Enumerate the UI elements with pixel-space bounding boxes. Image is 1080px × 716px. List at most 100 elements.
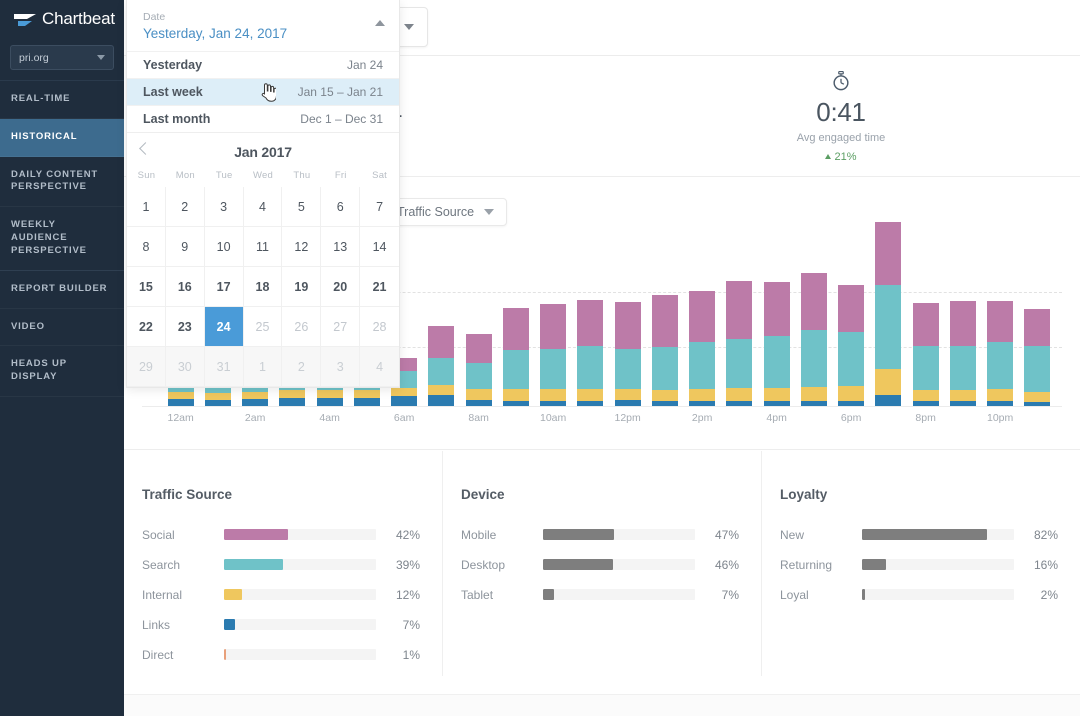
- calendar-day-cell[interactable]: 27: [321, 307, 360, 347]
- chart-bar[interactable]: [987, 301, 1013, 406]
- chart-bar-slot[interactable]: [572, 222, 609, 406]
- chart-bar-slot[interactable]: [497, 222, 534, 406]
- calendar-day-cell[interactable]: 2: [282, 347, 321, 387]
- chart-bar-slot[interactable]: [535, 222, 572, 406]
- sidebar-item-daily-content-perspective[interactable]: DAILY CONTENT PERSPECTIVE: [0, 157, 124, 208]
- chart-bar-slot[interactable]: [423, 222, 460, 406]
- calendar-day-cell[interactable]: 31: [205, 347, 244, 387]
- chart-bar-slot[interactable]: [944, 222, 981, 406]
- chart-bar[interactable]: [950, 301, 976, 406]
- calendar-day-cell[interactable]: 16: [166, 267, 205, 307]
- sidebar-item-heads-up-display[interactable]: HEADS UP DISPLAY: [0, 346, 124, 397]
- sidebar-item-weekly-audience-perspective[interactable]: WEEKLY AUDIENCE PERSPECTIVE: [0, 207, 124, 270]
- breakdown-row[interactable]: Mobile47%: [461, 520, 739, 549]
- calendar-day-cell[interactable]: 25: [244, 307, 283, 347]
- calendar-day-cell[interactable]: 1: [244, 347, 283, 387]
- chart-bar[interactable]: [615, 302, 641, 406]
- calendar-day-cell[interactable]: 26: [282, 307, 321, 347]
- sidebar-item-label: REAL-TIME: [11, 93, 70, 104]
- chart-bar-slot[interactable]: [646, 222, 683, 406]
- chart-bar-slot[interactable]: [982, 222, 1019, 406]
- chart-bar-segment-links: [391, 396, 417, 406]
- date-picker-field[interactable]: Date Yesterday, Jan 24, 2017: [127, 0, 399, 51]
- chart-bar[interactable]: [726, 281, 752, 406]
- calendar-day-cell[interactable]: 10: [205, 227, 244, 267]
- calendar-day-cell[interactable]: 1: [127, 187, 166, 227]
- breakdown-row[interactable]: Search39%: [142, 550, 420, 579]
- chart-bar-segment-internal: [205, 393, 231, 400]
- chart-bar-slot[interactable]: [460, 222, 497, 406]
- sidebar-item-real-time[interactable]: REAL-TIME: [0, 81, 124, 119]
- breakdown-row[interactable]: Desktop46%: [461, 550, 739, 579]
- brand-logo[interactable]: Chartbeat: [0, 0, 124, 38]
- chart-bar[interactable]: [540, 304, 566, 406]
- date-preset-last-week[interactable]: Last week Jan 15 – Jan 21: [127, 78, 399, 105]
- calendar-day-cell[interactable]: 22: [127, 307, 166, 347]
- chart-bar-slot[interactable]: [1019, 222, 1056, 406]
- chart-bar[interactable]: [428, 326, 454, 406]
- chart-bar[interactable]: [875, 222, 901, 406]
- calendar-day-cell[interactable]: 30: [166, 347, 205, 387]
- calendar-day-cell[interactable]: 6: [321, 187, 360, 227]
- calendar-day-cell[interactable]: 4: [244, 187, 283, 227]
- breakdown-row[interactable]: Social42%: [142, 520, 420, 549]
- breakdown-row[interactable]: Direct1%: [142, 640, 420, 669]
- breakdown-row[interactable]: New82%: [780, 520, 1058, 549]
- chart-bar-slot[interactable]: [907, 222, 944, 406]
- chevron-up-icon[interactable]: [375, 20, 385, 26]
- date-preset-last-month[interactable]: Last month Dec 1 – Dec 31: [127, 105, 399, 132]
- calendar-day-cell[interactable]: 18: [244, 267, 283, 307]
- calendar-day-cell[interactable]: 9: [166, 227, 205, 267]
- calendar-day-cell[interactable]: 13: [321, 227, 360, 267]
- chart-bar[interactable]: [801, 273, 827, 406]
- breakdown-row[interactable]: Loyal2%: [780, 580, 1058, 609]
- chart-bar-slot[interactable]: [609, 222, 646, 406]
- calendar-day-cell[interactable]: 3: [205, 187, 244, 227]
- chart-bar[interactable]: [503, 308, 529, 406]
- chart-bar-slot[interactable]: [833, 222, 870, 406]
- date-preset-yesterday[interactable]: Yesterday Jan 24: [127, 51, 399, 78]
- calendar-day-cell[interactable]: 29: [127, 347, 166, 387]
- sidebar-item-historical[interactable]: HISTORICAL: [0, 119, 124, 157]
- calendar-day-cell[interactable]: 20: [321, 267, 360, 307]
- calendar-day-cell[interactable]: 2: [166, 187, 205, 227]
- chart-metric-label: Traffic Source: [397, 205, 474, 219]
- breakdown-row[interactable]: Returning16%: [780, 550, 1058, 579]
- calendar-day-cell[interactable]: 4: [360, 347, 399, 387]
- calendar-day-cell[interactable]: 3: [321, 347, 360, 387]
- chart-bar[interactable]: [913, 303, 939, 406]
- calendar-day-cell[interactable]: 19: [282, 267, 321, 307]
- chart-bar-slot[interactable]: [758, 222, 795, 406]
- chart-bar[interactable]: [764, 282, 790, 406]
- breakdown-row[interactable]: Links7%: [142, 610, 420, 639]
- calendar-day-cell[interactable]: 14: [360, 227, 399, 267]
- calendar-day-cell[interactable]: 11: [244, 227, 283, 267]
- calendar-day-cell[interactable]: 23: [166, 307, 205, 347]
- calendar-day-cell[interactable]: 24: [205, 307, 244, 347]
- chart-bar[interactable]: [1024, 309, 1050, 406]
- chart-bar[interactable]: [466, 334, 492, 406]
- chart-bar-slot[interactable]: [721, 222, 758, 406]
- sidebar-item-report-builder[interactable]: REPORT BUILDER: [0, 271, 124, 309]
- calendar-day-cell[interactable]: 7: [360, 187, 399, 227]
- calendar-day-cell[interactable]: 15: [127, 267, 166, 307]
- breakdown-row-track: [224, 529, 376, 540]
- calendar-day-cell[interactable]: 5: [282, 187, 321, 227]
- calendar-day-cell[interactable]: 28: [360, 307, 399, 347]
- site-selector[interactable]: pri.org: [10, 45, 114, 70]
- sidebar-item-video[interactable]: VIDEO: [0, 309, 124, 347]
- chart-bar[interactable]: [577, 300, 603, 406]
- calendar-day-cell[interactable]: 8: [127, 227, 166, 267]
- chart-bar-slot[interactable]: [684, 222, 721, 406]
- breakdown-row[interactable]: Tablet7%: [461, 580, 739, 609]
- chart-bar-slot[interactable]: [795, 222, 832, 406]
- calendar-day-cell[interactable]: 21: [360, 267, 399, 307]
- chart-bar-slot[interactable]: [870, 222, 907, 406]
- chart-bar[interactable]: [689, 291, 715, 406]
- chart-metric-dropdown[interactable]: Traffic Source: [384, 198, 507, 226]
- calendar-day-cell[interactable]: 12: [282, 227, 321, 267]
- calendar-day-cell[interactable]: 17: [205, 267, 244, 307]
- chart-bar[interactable]: [652, 295, 678, 406]
- breakdown-row[interactable]: Internal12%: [142, 580, 420, 609]
- chart-bar[interactable]: [838, 285, 864, 406]
